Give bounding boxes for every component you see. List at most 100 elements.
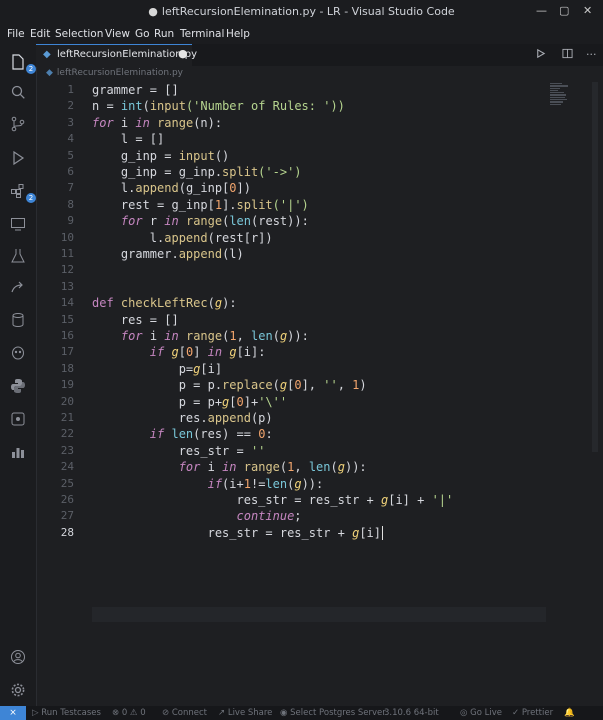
code-text: res_str = res_str + g[i] + '|' <box>92 493 454 507</box>
line-number: 8 <box>67 197 74 211</box>
live-share-icon[interactable] <box>8 278 28 298</box>
alien-icon[interactable] <box>8 343 28 363</box>
testing-icon[interactable] <box>8 246 28 266</box>
tab-label: leftRecursionElemination.py <box>57 49 198 60</box>
maximize-button[interactable]: ▢ <box>559 4 569 17</box>
title-bar: ● leftRecursionElemination.py - LR - Visu… <box>0 0 603 24</box>
line-number: 6 <box>67 165 74 178</box>
line-number: 23 <box>60 443 74 457</box>
breadcrumb-file: leftRecursionElemination.py <box>56 68 183 78</box>
code-text: for r in range(len(rest)): <box>120 214 309 229</box>
prettier-button[interactable]: ✓ Prettier <box>512 708 553 718</box>
code-text: for i in range(1, len(g)): <box>120 329 309 343</box>
line-number: 1 <box>67 83 74 96</box>
vertical-scrollbar[interactable] <box>592 82 598 452</box>
line-number: 16 <box>60 329 74 342</box>
breadcrumb[interactable]: ◆ leftRecursionElemination.py <box>46 68 183 78</box>
explorer-icon[interactable]: 2 <box>8 52 36 74</box>
menu-go[interactable]: Go <box>135 28 150 40</box>
tab-left-recursion[interactable]: ◆ leftRecursionElemination.py ● <box>36 44 197 67</box>
line-number: 19 <box>60 378 74 392</box>
minimize-button[interactable]: — <box>536 4 547 17</box>
line-number: 15 <box>60 312 74 326</box>
postgres-server-button[interactable]: ◉ Select Postgres Server <box>280 708 386 718</box>
code-line: 19 p = p.replace(g[0], '', 1) <box>36 378 546 394</box>
code-editor[interactable]: 1 grammer = [] 2 n = int(input('Number of … <box>36 80 603 706</box>
line-number: 28 <box>60 525 74 539</box>
code-line: 27 continue; <box>36 509 546 525</box>
code-line: 12 <box>36 263 546 279</box>
connect-label: Connect <box>171 708 207 718</box>
split-editor-icon[interactable] <box>562 48 573 62</box>
notifications-icon[interactable]: 🔔 <box>564 708 575 718</box>
extensions-badge: 2 <box>26 193 36 203</box>
line-number: 4 <box>67 132 74 146</box>
run-debug-icon[interactable] <box>8 148 28 168</box>
code-line: 22 if len(res) == 0: <box>36 427 546 443</box>
settings-gear-icon[interactable] <box>8 680 28 700</box>
database-icon[interactable] <box>8 310 28 330</box>
line-number: 11 <box>60 247 74 260</box>
menu-view[interactable]: View <box>105 28 130 40</box>
problems-indicator[interactable]: ⊗ 0 ⚠ 0 <box>112 708 146 718</box>
code-text: res_str = res_str + g[i] <box>92 525 384 540</box>
code-text: p = p.replace(g[0], '', 1) <box>92 378 367 393</box>
menu-edit[interactable]: Edit <box>30 28 50 40</box>
code-text: l = [] <box>92 132 165 147</box>
menu-file[interactable]: File <box>7 28 25 40</box>
python-version-button[interactable]: 3.10.6 64-bit <box>384 708 439 718</box>
run-testcases-button[interactable]: ▷ Run Testcases <box>32 708 101 718</box>
chart-icon[interactable] <box>8 442 28 462</box>
line-number: 18 <box>60 361 74 375</box>
close-button[interactable]: ✕ <box>583 4 592 17</box>
line-number: 3 <box>67 115 74 129</box>
line-number: 14 <box>60 296 74 310</box>
line-number: 25 <box>60 476 74 490</box>
menu-terminal[interactable]: Terminal <box>180 28 224 40</box>
code-line: 17 if g[0] in g[i]: <box>36 345 546 361</box>
editor-tabs: ◆ leftRecursionElemination.py ● ··· <box>36 44 603 67</box>
code-line: 9 for r in range(len(rest)): <box>36 214 546 230</box>
connect-button[interactable]: ⊘ Connect <box>162 708 207 718</box>
more-actions-icon[interactable]: ··· <box>586 48 597 61</box>
line-number: 5 <box>67 148 74 162</box>
menu-help[interactable]: Help <box>226 28 250 40</box>
source-control-icon[interactable] <box>8 114 28 134</box>
live-share-label: Live Share <box>227 708 273 718</box>
code-text: g_inp = g_inp.split('->') <box>92 165 302 179</box>
prettier-label: Prettier <box>521 708 554 718</box>
minimap[interactable] <box>550 82 572 108</box>
current-line-highlight <box>92 607 546 622</box>
tab-modified-icon[interactable]: ● <box>178 47 188 60</box>
code-text: n = int(input('Number of Rules: ')) <box>92 99 345 114</box>
code-line-current: 28 res_str = res_str + g[i] <box>36 525 546 542</box>
menu-selection[interactable]: Selection <box>55 28 103 40</box>
extensions-icon[interactable]: 2 <box>8 181 36 203</box>
python-icon[interactable] <box>8 376 28 396</box>
line-number: 7 <box>67 181 74 195</box>
activity-bar: 2 2 <box>0 44 37 706</box>
live-share-button[interactable]: ↗ Live Share <box>218 708 272 718</box>
code-line: 25 if(i+1!=len(g)): <box>36 477 546 493</box>
search-icon[interactable] <box>8 82 28 102</box>
code-line: 11 grammer.append(l) <box>36 247 546 263</box>
line-number: 24 <box>60 460 74 474</box>
line-number: 21 <box>60 411 74 424</box>
remote-indicator-icon[interactable]: ⨯ <box>0 706 26 720</box>
run-testcases-label: Run Testcases <box>41 708 101 718</box>
gitlens-icon[interactable] <box>8 409 28 429</box>
code-line: 21 res.append(p) <box>36 411 546 427</box>
menu-run[interactable]: Run <box>154 28 174 40</box>
code-line: 5 g_inp = input() <box>36 149 546 165</box>
python-file-icon: ◆ <box>43 49 51 60</box>
remote-explorer-icon[interactable] <box>8 214 28 234</box>
window-title-wrap: ● leftRecursionElemination.py - LR - Visu… <box>0 5 603 18</box>
go-live-label: Go Live <box>470 708 502 718</box>
run-file-icon[interactable] <box>535 48 546 62</box>
code-text: if g[0] in g[i]: <box>149 345 266 360</box>
code-text: for i in range(1, len(g)): <box>178 460 367 475</box>
code-text: p = p+g[0]+'\'' <box>92 394 288 409</box>
accounts-icon[interactable] <box>8 647 28 667</box>
go-live-button[interactable]: ◎ Go Live <box>460 708 502 718</box>
code-text: res.append(p) <box>92 411 273 425</box>
